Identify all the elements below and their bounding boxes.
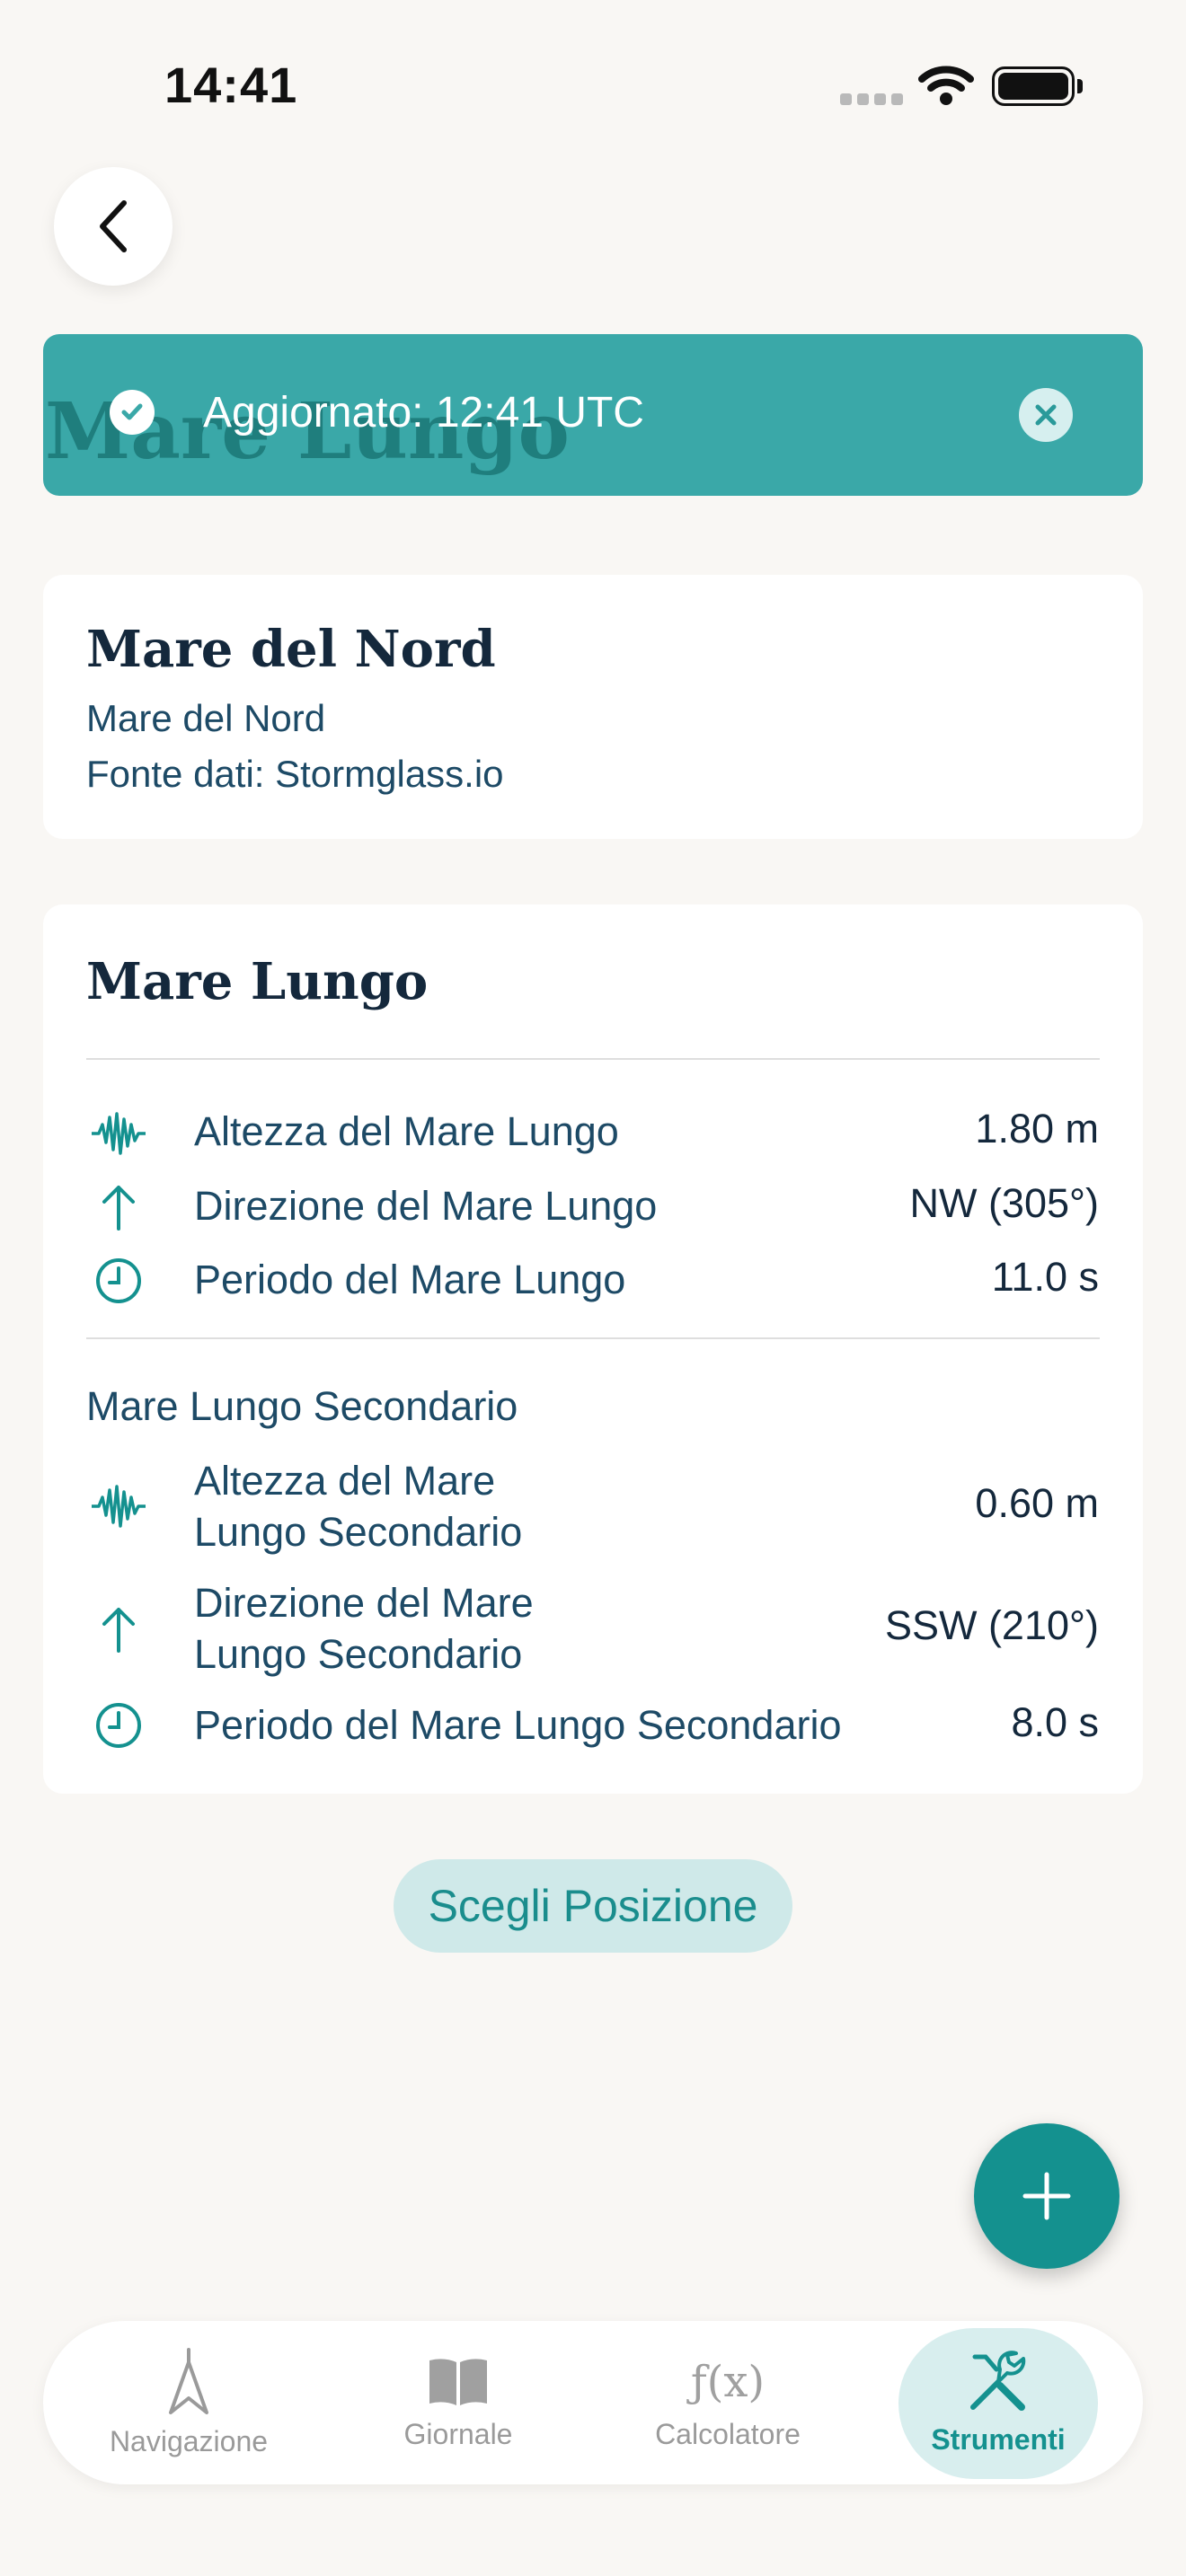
plus-icon bbox=[1022, 2172, 1071, 2220]
secondary-swell-direction-label: Direzione del Mare Lungo Secondario bbox=[194, 1580, 534, 1677]
location-title: Mare del Nord bbox=[86, 620, 496, 679]
navigation-icon bbox=[169, 2347, 208, 2414]
tab-strumenti[interactable]: Strumenti bbox=[898, 2321, 1098, 2484]
secondary-swell-direction-value: SSW (210°) bbox=[884, 1602, 1099, 1648]
secondary-swell-height-value: 0.60 m bbox=[975, 1480, 1099, 1526]
clock-icon bbox=[90, 1697, 147, 1754]
tab-label: Calcolatore bbox=[655, 2417, 801, 2450]
add-button[interactable] bbox=[974, 2123, 1120, 2269]
tab-navigazione[interactable]: Navigazione bbox=[90, 2321, 288, 2484]
function-icon: ƒ(x) bbox=[690, 2356, 766, 2407]
battery-cap bbox=[1077, 79, 1083, 93]
wifi-icon bbox=[918, 65, 974, 110]
secondary-swell-period-value: 8.0 s bbox=[1011, 1699, 1099, 1745]
tab-label: Strumenti bbox=[931, 2422, 1066, 2456]
arrow-up-icon bbox=[90, 1601, 147, 1658]
check-circle-icon bbox=[110, 390, 155, 435]
close-icon bbox=[1035, 404, 1057, 426]
wave-icon bbox=[90, 1105, 147, 1162]
tab-giornale[interactable]: Giornale bbox=[359, 2321, 557, 2484]
secondary-swell-period-label: Periodo del Mare Lungo Secondario bbox=[194, 1702, 842, 1748]
choose-location-button[interactable]: Scegli Posizione bbox=[394, 1859, 792, 1953]
swell-height-value: 1.80 m bbox=[975, 1106, 1099, 1151]
banner-text: Aggiornato: 12:41 UTC bbox=[203, 389, 644, 437]
clock-icon bbox=[90, 1252, 147, 1310]
close-banner-button[interactable] bbox=[1019, 388, 1073, 442]
chevron-left-icon bbox=[100, 200, 127, 252]
cellular-signal-icon bbox=[840, 93, 903, 105]
secondary-swell-title: Mare Lungo Secondario bbox=[86, 1383, 518, 1429]
divider bbox=[86, 1337, 1100, 1339]
swell-period-label: Periodo del Mare Lungo bbox=[194, 1257, 626, 1302]
tools-icon bbox=[970, 2350, 1026, 2411]
tab-calcolatore[interactable]: ƒ(x) Calcolatore bbox=[629, 2321, 827, 2484]
tab-label: Giornale bbox=[403, 2417, 513, 2450]
book-icon bbox=[429, 2358, 487, 2405]
location-subtitle: Mare del Nord bbox=[86, 697, 326, 739]
battery-icon bbox=[992, 66, 1075, 106]
swell-direction-value: NW (305°) bbox=[909, 1180, 1099, 1226]
back-button[interactable] bbox=[54, 167, 173, 286]
divider bbox=[86, 1058, 1100, 1060]
arrow-up-icon bbox=[90, 1178, 147, 1236]
swell-card-title: Mare Lungo bbox=[86, 952, 429, 1011]
swell-direction-label: Direzione del Mare Lungo bbox=[194, 1183, 658, 1229]
swell-period-value: 11.0 s bbox=[991, 1254, 1099, 1300]
swell-height-label: Altezza del Mare Lungo bbox=[194, 1108, 619, 1154]
data-source: Fonte dati: Stormglass.io bbox=[86, 753, 504, 795]
tab-label: Navigazione bbox=[109, 2424, 269, 2457]
status-time: 14:41 bbox=[164, 57, 298, 113]
secondary-swell-height-label: Altezza del Mare Lungo Secondario bbox=[194, 1458, 523, 1555]
wave-icon bbox=[90, 1478, 147, 1535]
